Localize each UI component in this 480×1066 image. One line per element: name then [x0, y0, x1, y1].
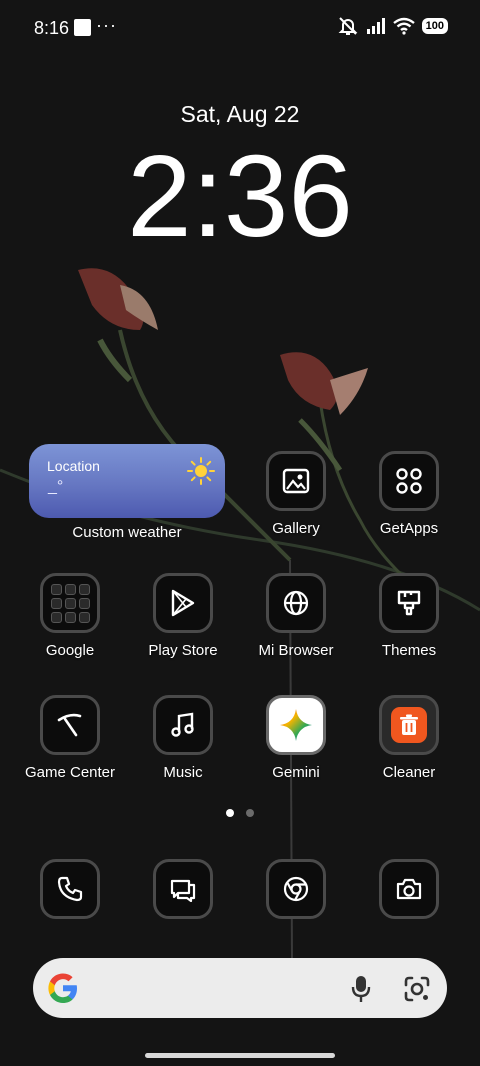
- app-label: GetApps: [379, 520, 439, 537]
- gesture-nav-bar[interactable]: [145, 1053, 335, 1058]
- getapps-icon: [379, 451, 439, 511]
- date-label: Sat, Aug 22: [180, 101, 300, 127]
- dock-camera[interactable]: [354, 859, 464, 919]
- app-getapps[interactable]: GetApps: [354, 451, 464, 537]
- google-search-bar[interactable]: [33, 958, 447, 1018]
- lens-icon[interactable]: [403, 975, 431, 1003]
- app-label: Game Center: [24, 764, 116, 781]
- app-gemini[interactable]: Gemini: [241, 695, 351, 781]
- messages-icon: [153, 859, 213, 919]
- signal-icon: [366, 18, 385, 34]
- battery-level: 100: [421, 18, 448, 34]
- dock-phone[interactable]: [15, 859, 125, 919]
- mic-icon[interactable]: [351, 975, 371, 1003]
- mute-bell-icon: [338, 17, 358, 35]
- app-mi-browser[interactable]: Mi Browser: [241, 573, 351, 659]
- cleaner-trash-icon: [379, 695, 439, 755]
- gemini-icon: [266, 695, 326, 755]
- app-play-store[interactable]: Play Store: [128, 573, 238, 659]
- camera-icon: [379, 859, 439, 919]
- app-music[interactable]: Music: [128, 695, 238, 781]
- weather-widget-label: Custom weather: [72, 524, 182, 541]
- game-center-icon: [40, 695, 100, 755]
- paint-brush-icon: [379, 573, 439, 633]
- page-dot[interactable]: [246, 809, 254, 817]
- globe-icon: [266, 573, 326, 633]
- google-g-icon: [48, 973, 77, 1003]
- app-label: Gemini: [272, 764, 320, 781]
- gallery-icon: [266, 451, 326, 511]
- page-indicator: [0, 809, 480, 817]
- play-store-icon: [153, 573, 213, 633]
- app-label: Mi Browser: [258, 642, 334, 659]
- weather-location: Location: [47, 458, 100, 474]
- app-label: Gallery: [272, 520, 320, 537]
- dock-messages[interactable]: [128, 859, 238, 919]
- more-notifications-icon: ···: [96, 15, 117, 35]
- phone-icon: [40, 859, 100, 919]
- wifi-icon: [392, 17, 415, 35]
- app-label: Themes: [381, 642, 437, 659]
- app-gallery[interactable]: Gallery: [241, 451, 351, 537]
- weather-widget[interactable]: Location _°: [29, 444, 225, 518]
- music-note-icon: [153, 695, 213, 755]
- chrome-icon: [266, 859, 326, 919]
- notification-icon: [74, 19, 91, 36]
- clock[interactable]: 2:36: [0, 132, 480, 260]
- app-label: Music: [163, 764, 203, 781]
- status-time: 8:16: [34, 18, 70, 38]
- folder-google[interactable]: Google: [15, 573, 125, 659]
- google-folder-icon: [40, 573, 100, 633]
- app-label: Cleaner: [382, 764, 436, 781]
- app-themes[interactable]: Themes: [354, 573, 464, 659]
- app-label: Play Store: [148, 642, 218, 659]
- sun-icon: [187, 457, 215, 485]
- page-dot-active[interactable]: [226, 809, 234, 817]
- app-label: Google: [45, 642, 95, 659]
- status-bar: 8:16 ··· 100: [0, 0, 480, 56]
- dock-chrome[interactable]: [241, 859, 351, 919]
- app-cleaner[interactable]: Cleaner: [354, 695, 464, 781]
- app-game-center[interactable]: Game Center: [15, 695, 125, 781]
- weather-temperature: _°: [48, 478, 64, 495]
